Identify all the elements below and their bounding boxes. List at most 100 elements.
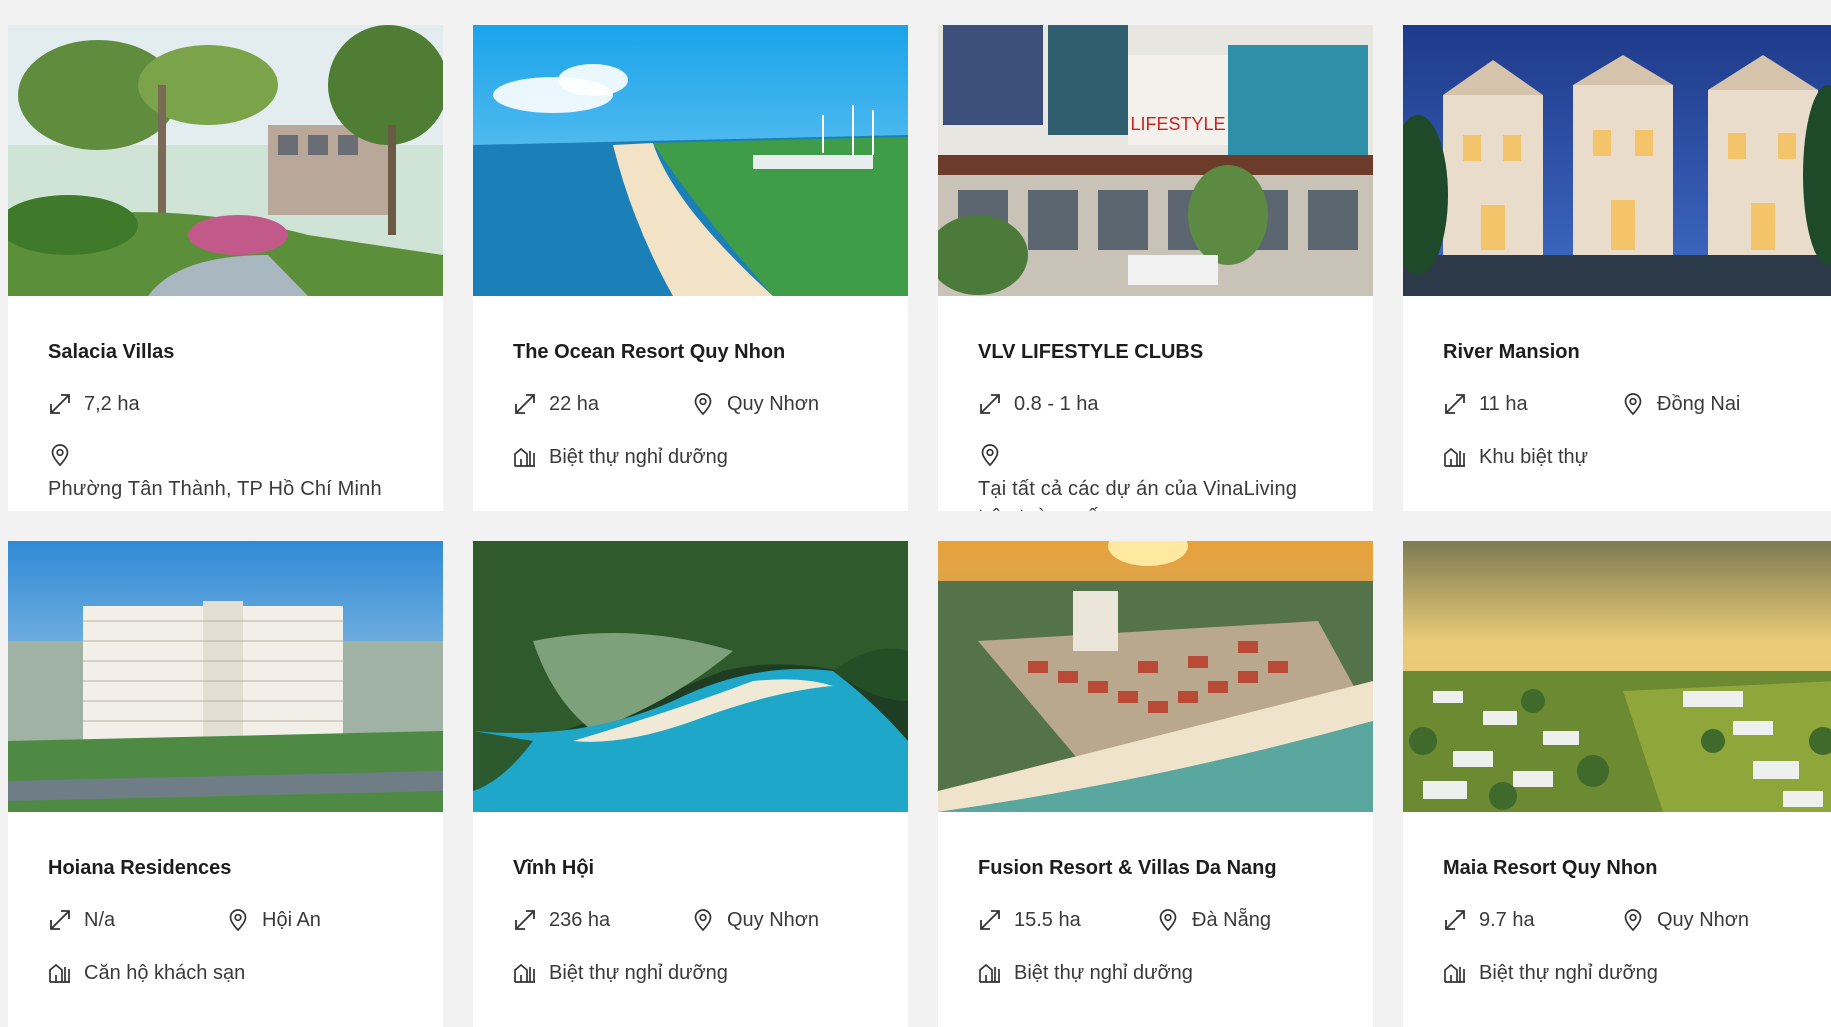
area-value: 22 ha [549,392,600,415]
project-title[interactable]: River Mansion [1443,340,1798,364]
location-pin-icon [48,443,72,467]
project-image[interactable] [8,25,443,296]
location-value: Đồng Nai [1657,392,1741,415]
building-type-icon [1443,445,1467,469]
project-card-river-mansion[interactable]: River Mansion 11 ha Đồng Nai Khu biệt th… [1403,25,1831,511]
type-value: Căn hộ khách sạn [84,961,246,984]
project-image[interactable] [1403,541,1831,812]
project-card-fusion-resort[interactable]: Fusion Resort & Villas Da Nang 15.5 ha Đ… [938,541,1373,1027]
card-body: VLV LIFESTYLE CLUBS 0.8 - 1 ha Tại tất c… [938,296,1373,511]
location-pin-icon [1621,908,1645,932]
location-info: Quy Nhơn [691,392,819,416]
card-body: River Mansion 11 ha Đồng Nai Khu biệt th… [1403,296,1831,511]
location-info: Đồng Nai [1621,392,1740,416]
area-value: 9.7 ha [1479,908,1535,931]
project-image[interactable]: LIFESTYLE [938,25,1373,296]
location-info: Quy Nhơn [1621,908,1749,932]
location-pin-icon [226,908,250,932]
meta-row-type: Biệt thự nghỉ dưỡng [513,959,868,987]
area-value: 236 ha [549,908,611,931]
card-body: Maia Resort Quy Nhon 9.7 ha Quy Nhơn Biệ… [1403,812,1831,1027]
area-arrow-icon [1443,392,1467,416]
meta-row-type: Biệt thự nghỉ dưỡng [513,443,868,471]
project-title[interactable]: Hoiana Residences [48,856,403,880]
project-title[interactable]: Maia Resort Quy Nhon [1443,856,1798,880]
location-value: Quy Nhơn [727,392,820,415]
location-info: Đà Nẵng [1156,908,1271,932]
project-title[interactable]: Vĩnh Hội [513,856,868,880]
area-arrow-icon [48,392,72,416]
location-value: Tại tất cả các dự án của VinaLiving trên… [978,478,1298,511]
location-pin-icon [1621,392,1645,416]
area-value: 0.8 - 1 ha [1014,392,1099,415]
building-type-icon [978,961,1002,985]
meta-row-area-location: 15.5 ha Đà Nẵng [978,906,1333,934]
project-title[interactable]: Fusion Resort & Villas Da Nang [978,856,1333,880]
type-info: Biệt thự nghỉ dưỡng [513,445,728,469]
meta-row-area-location: N/a Hội An [48,906,403,934]
card-body: Hoiana Residences N/a Hội An Căn hộ khác… [8,812,443,1027]
type-info: Căn hộ khách sạn [48,961,245,985]
project-image[interactable] [473,25,908,296]
project-card-vinh-hoi[interactable]: Vĩnh Hội 236 ha Quy Nhơn Biệt thự nghỉ d… [473,541,908,1027]
area-info: 236 ha [513,908,691,932]
project-card-the-ocean-resort[interactable]: The Ocean Resort Quy Nhon 22 ha Quy Nhơn… [473,25,908,511]
building-type-icon [48,961,72,985]
meta-row-area: 0.8 - 1 ha [978,390,1333,418]
area-arrow-icon [978,908,1002,932]
meta-row-area-location: 11 ha Đồng Nai [1443,390,1798,418]
area-value: 7,2 ha [84,392,140,415]
type-value: Biệt thự nghỉ dưỡng [1479,961,1658,984]
project-image[interactable] [473,541,908,812]
meta-row-type: Biệt thự nghỉ dưỡng [978,959,1333,987]
meta-row-type: Biệt thự nghỉ dưỡng [1443,959,1798,987]
location-value: Phường Tân Thành, TP Hồ Chí Minh [48,478,382,500]
project-card-hoiana-residences[interactable]: Hoiana Residences N/a Hội An Căn hộ khác… [8,541,443,1027]
location-info: Hội An [226,908,321,932]
area-value: 11 ha [1479,392,1528,415]
area-arrow-icon [48,908,72,932]
location-value: Quy Nhơn [727,908,820,931]
area-value: 15.5 ha [1014,908,1081,931]
project-card-vlv-lifestyle-clubs[interactable]: LIFESTYLE VLV LIFESTYLE CLUBS 0.8 - 1 ha [938,25,1373,511]
area-arrow-icon [978,392,1002,416]
location-value: Đà Nẵng [1192,908,1271,931]
type-value: Biệt thự nghỉ dưỡng [1014,961,1193,984]
area-info: 9.7 ha [1443,908,1621,932]
card-body: Vĩnh Hội 236 ha Quy Nhơn Biệt thự nghỉ d… [473,812,908,1027]
area-info: 0.8 - 1 ha [978,392,1156,416]
location-pin-icon [978,443,1002,467]
project-card-salacia-villas[interactable]: Salacia Villas 7,2 ha Phường Tân Thành, … [8,25,443,511]
project-title[interactable]: Salacia Villas [48,340,403,364]
location-info: Quy Nhơn [691,908,819,932]
location-value: Quy Nhơn [1657,908,1750,931]
project-title[interactable]: The Ocean Resort Quy Nhon [513,340,868,364]
area-arrow-icon [513,392,537,416]
type-value: Khu biệt thự [1479,445,1589,468]
area-arrow-icon [513,908,537,932]
meta-row-area-location: 22 ha Quy Nhơn [513,390,868,418]
area-info: 22 ha [513,392,691,416]
lifestyle-sign-text: LIFESTYLE [1130,114,1225,134]
project-grid: Salacia Villas 7,2 ha Phường Tân Thành, … [8,25,1831,1027]
type-value: Biệt thự nghỉ dưỡng [549,961,728,984]
area-arrow-icon [1443,908,1467,932]
meta-row-type: Căn hộ khách sạn [48,959,403,987]
meta-row-area-location: 236 ha Quy Nhơn [513,906,868,934]
card-body: Fusion Resort & Villas Da Nang 15.5 ha Đ… [938,812,1373,1027]
project-title[interactable]: VLV LIFESTYLE CLUBS [978,340,1333,364]
type-value: Biệt thự nghỉ dưỡng [549,445,728,468]
location-pin-icon [691,392,715,416]
location-block: Phường Tân Thành, TP Hồ Chí Minh [48,443,403,503]
type-info: Biệt thự nghỉ dưỡng [513,961,728,985]
card-body: The Ocean Resort Quy Nhon 22 ha Quy Nhơn… [473,296,908,511]
card-body: Salacia Villas 7,2 ha Phường Tân Thành, … [8,296,443,511]
location-pin-icon [1156,908,1180,932]
project-image[interactable] [938,541,1373,812]
meta-row-area-location: 9.7 ha Quy Nhơn [1443,906,1798,934]
project-image[interactable] [1403,25,1831,296]
project-card-maia-resort[interactable]: Maia Resort Quy Nhon 9.7 ha Quy Nhơn Biệ… [1403,541,1831,1027]
building-type-icon [1443,961,1467,985]
project-image[interactable] [8,541,443,812]
type-info: Biệt thự nghỉ dưỡng [978,961,1193,985]
